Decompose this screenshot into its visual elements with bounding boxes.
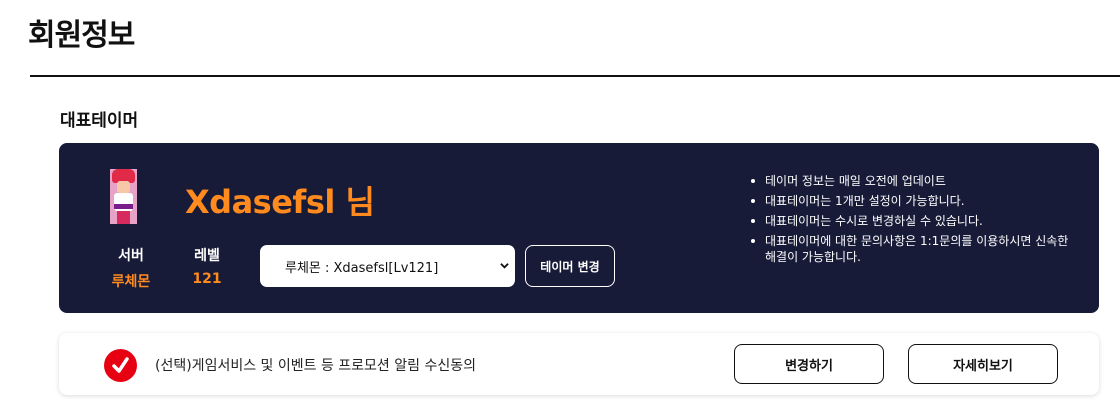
- info-item: 대표테이머는 1개만 설정이 가능합니다.: [749, 193, 1069, 209]
- view-details-button[interactable]: 자세히보기: [908, 344, 1058, 384]
- tamer-select-value: 루체몬 : Xdasefsl[Lv121]: [285, 261, 439, 276]
- representative-tamer-card: Xdasefsl 님 서버 루체몬 레벨 121 루체몬 : Xdasefsl[…: [59, 143, 1099, 313]
- tamer-info-list: 테이머 정보는 매일 오전에 업데이트 대표테이머는 1개만 설정이 가능합니다…: [749, 173, 1069, 269]
- info-item: 테이머 정보는 매일 오전에 업데이트: [749, 173, 1069, 189]
- consent-text: (선택)게임서비스 및 이벤트 등 프로모션 알림 수신동의: [155, 358, 476, 374]
- checkmark-glyph-icon: [112, 357, 129, 373]
- tamer-avatar: [110, 169, 137, 224]
- tamer-name: Xdasefsl 님: [185, 183, 375, 221]
- section-title: 대표테이머: [60, 111, 139, 131]
- title-divider: [30, 75, 1120, 77]
- change-tamer-button[interactable]: 테이머 변경: [525, 245, 615, 287]
- server-label: 서버: [118, 248, 144, 264]
- promotion-consent-card: (선택)게임서비스 및 이벤트 등 프로모션 알림 수신동의 변경하기 자세히보…: [59, 333, 1099, 395]
- tamer-select[interactable]: 루체몬 : Xdasefsl[Lv121]: [260, 245, 515, 287]
- info-item: 대표테이머는 수시로 변경하실 수 있습니다.: [749, 213, 1069, 229]
- info-item: 대표테이머에 대한 문의사항은 1:1문의를 이용하시면 신속한 해결이 가능합…: [749, 233, 1069, 265]
- server-stat: 서버 루체몬: [109, 245, 153, 291]
- change-consent-button[interactable]: 변경하기: [734, 344, 884, 384]
- level-value: 121: [192, 271, 222, 287]
- page-title: 회원정보: [28, 18, 135, 53]
- check-icon[interactable]: [104, 349, 137, 382]
- chevron-down-icon: [500, 263, 509, 269]
- server-value: 루체몬: [111, 274, 151, 290]
- level-label: 레벨: [194, 248, 220, 264]
- level-stat: 레벨 121: [187, 245, 227, 287]
